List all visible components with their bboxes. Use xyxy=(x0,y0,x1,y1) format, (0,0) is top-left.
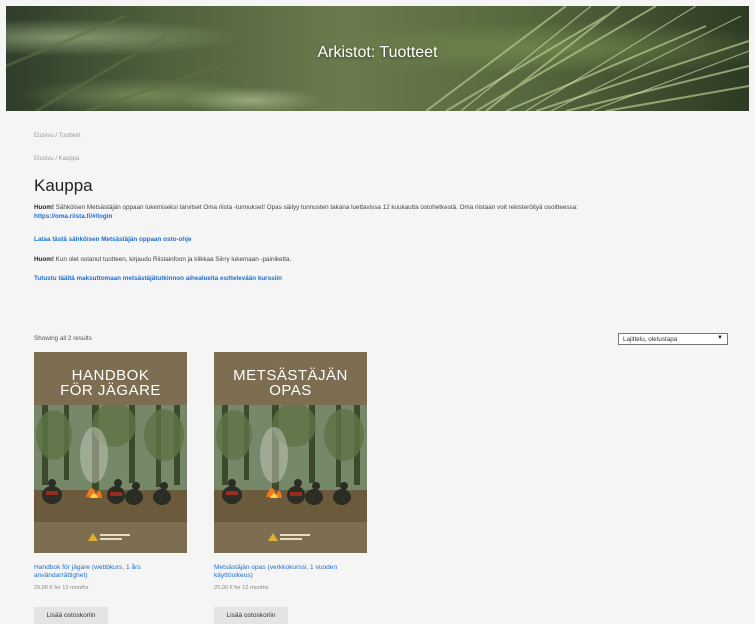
login-link[interactable]: https://oma.riista.fi/#/login xyxy=(34,213,112,220)
cover-title-line: OPAS xyxy=(269,382,312,399)
hero-banner: Arkistot: Tuotteet xyxy=(6,6,749,111)
campfire-photo xyxy=(214,405,367,522)
notice-text: Sähköisen Metsästäjän oppaan lukemiseksi… xyxy=(53,204,578,211)
product-cover-image[interactable]: METSÄSTÄJÄN OPAS xyxy=(214,352,367,553)
product-name-link[interactable]: Metsästäjän opas (verkkokurssi, 1 vuoden… xyxy=(214,564,364,580)
publisher-logo xyxy=(214,522,367,553)
cover-title: METSÄSTÄJÄN OPAS xyxy=(214,368,367,398)
page-title: Kauppa xyxy=(34,176,93,195)
add-to-cart-button[interactable]: Lisää ostoskoriin xyxy=(214,607,288,624)
free-course-link[interactable]: Tutustu täältä maksuttomaan metsästäjätu… xyxy=(34,275,282,282)
add-to-cart-button[interactable]: Lisää ostoskoriin xyxy=(34,607,108,624)
results-count: Showing all 2 results xyxy=(34,335,92,342)
product-card: METSÄSTÄJÄN OPAS Metsästäjän opas (verkk… xyxy=(214,352,367,624)
account-notice: Huom! Sähköisen Metsästäjän oppaan lukem… xyxy=(34,203,746,221)
breadcrumb[interactable]: Etusivu / Tuotteet xyxy=(34,133,80,139)
product-price: 25,00 € for 12 months xyxy=(214,585,269,591)
breadcrumb-shop[interactable]: Etusivu / Kauppa xyxy=(34,156,79,162)
notice-label: Huom! xyxy=(34,256,54,263)
sort-select[interactable]: Lajittelu, oletustapa ▼ xyxy=(618,333,728,345)
notice-text: Kun olet ostanut tuotteen, kirjaudu Riis… xyxy=(53,256,292,263)
publisher-logo xyxy=(34,522,187,553)
hero-title: Arkistot: Tuotteet xyxy=(317,44,438,61)
cover-title-line: HANDBOK xyxy=(71,367,150,384)
product-price: 25,00 € for 12 months xyxy=(34,585,89,591)
cover-title-line: FÖR JÄGARE xyxy=(60,382,161,399)
purchase-guide-link[interactable]: Lataa tästä sähköisen Metsästäjän oppaan… xyxy=(34,236,191,243)
reading-notice: Huom! Kun olet ostanut tuotteen, kirjaud… xyxy=(34,256,291,263)
cover-title-line: METSÄSTÄJÄN xyxy=(233,367,348,384)
caret-down-icon: ▼ xyxy=(717,335,723,341)
sort-value: Lajittelu, oletustapa xyxy=(623,336,678,343)
product-card: HANDBOK FÖR JÄGARE Handbok för jägare (w… xyxy=(34,352,187,624)
cover-title: HANDBOK FÖR JÄGARE xyxy=(34,368,187,398)
campfire-photo xyxy=(34,405,187,522)
notice-label: Huom! xyxy=(34,204,54,211)
product-name-link[interactable]: Handbok för jägare (webbkurs, 1 års anvä… xyxy=(34,564,184,580)
product-cover-image[interactable]: HANDBOK FÖR JÄGARE xyxy=(34,352,187,553)
